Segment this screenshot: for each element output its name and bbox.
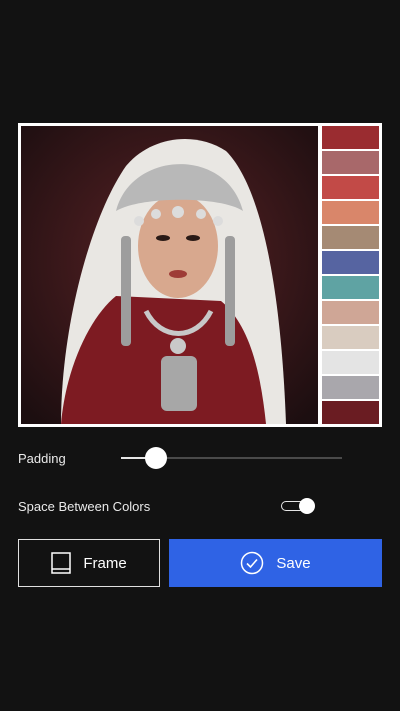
color-swatch[interactable] [322, 176, 379, 199]
color-swatch[interactable] [322, 201, 379, 224]
color-swatch[interactable] [322, 326, 379, 349]
color-swatch[interactable] [322, 301, 379, 324]
color-swatch[interactable] [322, 126, 379, 149]
spacing-toggle-knob [299, 498, 315, 514]
color-swatch[interactable] [322, 276, 379, 299]
spacing-label: Space Between Colors [18, 499, 151, 514]
color-swatch[interactable] [322, 226, 379, 249]
color-swatch[interactable] [322, 376, 379, 399]
save-button-label: Save [276, 554, 311, 572]
padding-label: Padding [18, 451, 66, 466]
padding-slider[interactable] [121, 447, 342, 469]
palette-canvas [18, 123, 382, 427]
color-swatch[interactable] [322, 351, 379, 374]
color-swatch[interactable] [322, 151, 379, 174]
frame-button-label: Frame [83, 554, 127, 572]
portrait-photo [21, 126, 318, 424]
color-swatch[interactable] [322, 251, 379, 274]
check-circle-icon [240, 551, 264, 575]
color-palette [322, 126, 379, 424]
frame-button[interactable]: Frame [18, 539, 160, 587]
save-button[interactable]: Save [169, 539, 382, 587]
padding-slider-thumb[interactable] [145, 447, 168, 469]
spacing-toggle[interactable] [281, 497, 317, 515]
color-swatch[interactable] [322, 401, 379, 424]
frame-icon [51, 552, 72, 574]
